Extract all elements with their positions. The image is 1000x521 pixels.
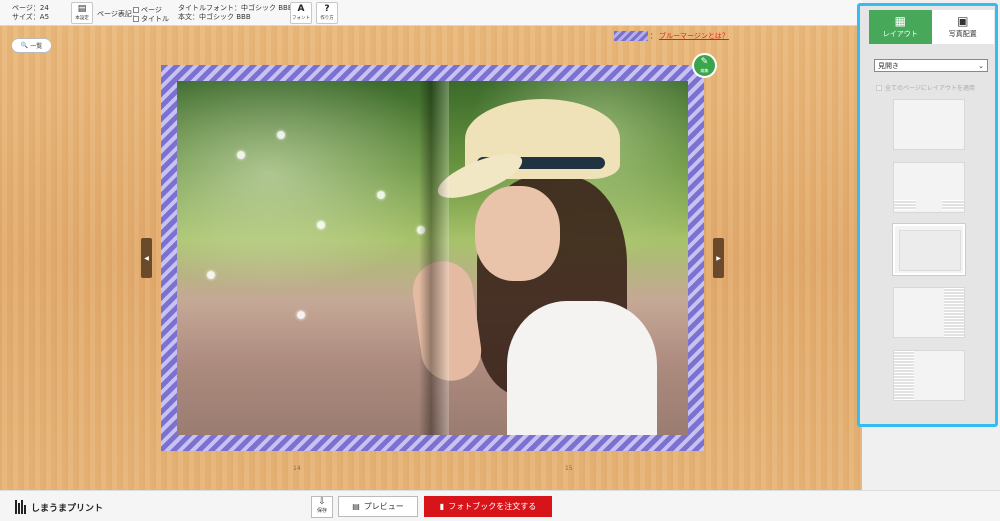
order-button[interactable]: ▮ フォトブックを注文する — [424, 496, 552, 517]
size-text: サイズ：A5 — [12, 13, 50, 21]
checkbox-icon — [876, 84, 882, 91]
body-font-text: 本文：中ゴシック BBB — [178, 13, 251, 21]
layout-panel: ▦ レイアウト ▣ 写真配置 見開き ⌄ 全てのページにレイアウトを適用 — [857, 3, 998, 427]
zoom-out-icon: 🔍 — [20, 42, 29, 49]
photo-dress — [507, 301, 657, 435]
help-icon: ? — [324, 4, 330, 14]
preview-button[interactable]: ▤ プレビュー — [338, 496, 418, 517]
tab-layout[interactable]: ▦ レイアウト — [869, 10, 932, 44]
checkbox-icon — [133, 7, 139, 13]
tab-photo-placement[interactable]: ▣ 写真配置 — [931, 10, 994, 44]
page-number-right: 15 — [565, 465, 573, 472]
layout-option-right-text[interactable] — [893, 287, 965, 338]
spread-type-select[interactable]: 見開き ⌄ — [874, 59, 988, 72]
blue-margin-swatch — [614, 31, 648, 41]
book-open-icon: ▤ — [352, 502, 360, 511]
layout-option-bottom-text[interactable] — [893, 162, 965, 213]
notation-title-checkbox[interactable]: タイトル — [133, 14, 169, 24]
font-info: タイトルフォント：中ゴシック BBB 本文：中ゴシック BBB — [178, 4, 293, 22]
layout-option-framed[interactable] — [893, 224, 965, 275]
layout-option-left-text[interactable] — [893, 350, 965, 401]
spread-page[interactable] — [161, 65, 704, 451]
prev-page-button[interactable]: ◀ — [141, 238, 152, 278]
download-icon: ⇩ — [318, 497, 326, 507]
photo-add-icon: ▣ — [957, 14, 969, 28]
gutter-shadow — [419, 81, 449, 435]
save-button[interactable]: ⇩ 保存 — [311, 496, 333, 518]
page-number-left: 14 — [293, 465, 301, 472]
photo-face — [475, 186, 560, 281]
edit-button[interactable]: ✎ 編集 — [692, 53, 717, 78]
book-icon: ▤ — [77, 4, 87, 14]
book-settings-button[interactable]: ▤ 本設定 — [71, 2, 93, 24]
apply-all-checkbox[interactable]: 全てのページにレイアウトを適用 — [876, 83, 975, 92]
checkbox-icon — [133, 16, 139, 22]
next-page-button[interactable]: ▶ — [713, 238, 724, 278]
list-view-button[interactable]: 🔍 一覧 — [11, 38, 52, 53]
book-icon: ▮ — [439, 502, 445, 511]
brand-logo: しまうまプリント — [15, 500, 103, 514]
top-toolbar: ページ：24 サイズ：A5 ▤ 本設定 ページ表記： ページ タイトル タイトル… — [0, 0, 862, 26]
font-icon: A — [297, 4, 305, 14]
blue-margin-link[interactable]: ブルーマージンとは？ — [659, 31, 729, 41]
blue-margin-info: ： ブルーマージンとは？ — [614, 31, 729, 41]
title-font-text: タイトルフォント：中ゴシック BBB — [178, 4, 293, 12]
howto-button[interactable]: ? 作り方 — [316, 2, 338, 24]
panel-tabs: ▦ レイアウト ▣ 写真配置 — [869, 10, 994, 44]
layout-option-full[interactable] — [893, 99, 965, 150]
font-button[interactable]: A フォント — [290, 2, 312, 24]
bottom-bar: しまうまプリント ⇩ 保存 ▤ プレビュー ▮ フォトブックを注文する — [0, 490, 1000, 521]
pencil-icon: ✎ — [700, 57, 709, 67]
logo-mark-icon — [15, 500, 26, 514]
book-info: ページ：24 サイズ：A5 — [12, 4, 49, 22]
spread-photo[interactable] — [177, 81, 688, 435]
chevron-down-icon: ⌄ — [978, 61, 984, 70]
page-count-text: ページ：24 — [12, 4, 49, 12]
layout-grid-icon: ▦ — [894, 14, 906, 28]
